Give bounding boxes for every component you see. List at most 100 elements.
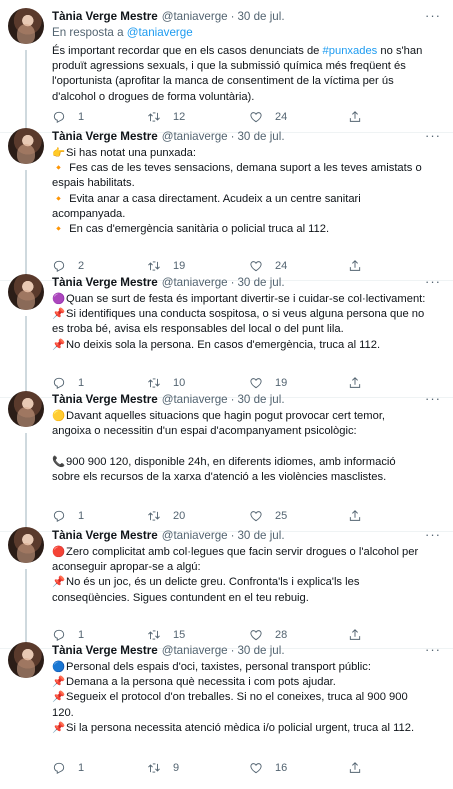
tweet-text-line: acompanyada. [52, 207, 441, 222]
heart-icon [249, 761, 263, 775]
avatar[interactable] [8, 274, 44, 310]
author-name[interactable]: Tània Verge Mestre [52, 130, 158, 143]
author-handle[interactable]: @taniaverge [162, 10, 228, 23]
tweet-text-line: aconseguir apropar-se a algú: [52, 560, 441, 575]
tweet-text-line: 🔵Personal dels espais d'oci, taxistes, p… [52, 660, 441, 675]
reply-button[interactable]: 1 [52, 761, 84, 775]
text-segment: En cas d'emergència sanitària o policial… [66, 223, 330, 236]
text-segment: espais habilitats. [52, 177, 135, 190]
emoji-icon: 📌 [52, 308, 66, 321]
emoji-icon: 🟡 [52, 410, 66, 422]
tweet-text-line: es troba bé, avisa els responsables del … [52, 322, 441, 337]
avatar[interactable] [8, 642, 44, 678]
text-segment: Segueix el protocol d'on treballes. Si n… [66, 691, 408, 704]
tweet-text-line: d'alcohol o drogues de forma voluntària)… [52, 90, 441, 105]
tweet-date[interactable]: 30 de jul. [237, 644, 284, 657]
emoji-icon: 📌 [52, 676, 66, 689]
text-segment: Si has notat una punxada: [66, 147, 197, 159]
reply-icon [52, 761, 66, 775]
emoji-icon: 🔸 [52, 223, 66, 236]
avatar[interactable] [8, 527, 44, 563]
more-horizontal-icon[interactable]: ··· [425, 642, 441, 658]
tweet-text-line: angoixa o necessitin d'un espai d'acompa… [52, 424, 441, 439]
tweet-content: Tània Verge Mestre @taniaverge · 30 de jul.… [52, 527, 441, 606]
author-name[interactable]: Tània Verge Mestre [52, 393, 158, 406]
tweet-header: Tània Verge Mestre @taniaverge · 30 de jul.… [52, 128, 441, 144]
tweet-text: 🔴Zero complicitat amb col·legues que fac… [52, 545, 441, 606]
separator-dot: · [230, 275, 235, 289]
emoji-icon: 🔴 [52, 546, 66, 558]
tweet-date[interactable]: 30 de jul. [237, 130, 284, 143]
text-segment: Si identifiques una conducta sospitosa, … [66, 308, 425, 321]
author-name[interactable]: Tània Verge Mestre [52, 276, 158, 289]
tweet-text-line: 📞900 900 120, disponible 24h, en diferen… [52, 455, 441, 470]
text-segment: acompanyada. [52, 207, 126, 220]
tweet-date[interactable]: 30 de jul. [237, 10, 284, 23]
author-handle[interactable]: @taniaverge [162, 276, 228, 289]
text-segment: d'alcohol o drogues de forma voluntària)… [52, 90, 255, 103]
more-horizontal-icon[interactable]: ··· [425, 274, 441, 290]
tweet-date[interactable]: 30 de jul. [237, 529, 284, 542]
tweet-text-line: 🟣Quan se surt de festa és important dive… [52, 292, 441, 307]
more-horizontal-icon[interactable]: ··· [425, 391, 441, 407]
thread-connector-line [25, 170, 27, 280]
reply-handle-link[interactable]: @taniaverge [127, 26, 193, 39]
tweet-text-line: 🔸 Fes cas de les teves sensacions, deman… [52, 161, 441, 176]
more-horizontal-icon[interactable]: ··· [425, 128, 441, 144]
tweet-date[interactable]: 30 de jul. [237, 276, 284, 289]
tweet-content: Tània Verge Mestre @taniaverge · 30 de jul.… [52, 642, 441, 736]
text-segment: No és un joc, és un delicte greu. Confro… [66, 576, 360, 589]
retweet-button[interactable]: 9 [147, 761, 179, 775]
separator-dot: · [230, 129, 235, 143]
tweet-text-line: 📌Si la persona necessita atenció mèdica … [52, 721, 441, 736]
hashtag-link[interactable]: #punxades [323, 45, 378, 57]
tweet-text-line: conseqüències. Sigues contundent en el t… [52, 591, 441, 606]
tweet: Tània Verge Mestre @taniaverge · 30 de jul.… [0, 266, 453, 397]
author-name[interactable]: Tània Verge Mestre [52, 644, 158, 657]
share-button[interactable] [348, 761, 362, 775]
tweet-text-line: espais habilitats. [52, 176, 441, 191]
like-button[interactable]: 16 [249, 761, 287, 775]
text-segment: No deixis sola la persona. En casos d'em… [66, 338, 381, 351]
author-name[interactable]: Tània Verge Mestre [52, 10, 158, 23]
emoji-icon: 🔵 [52, 661, 66, 673]
emoji-icon: 🔸 [52, 162, 66, 175]
text-segment: sobre els recursos de la xarxa d'atenció… [52, 470, 387, 483]
tweet-content: Tània Verge Mestre @taniaverge · 30 de jul.… [52, 274, 441, 353]
author-handle[interactable]: @taniaverge [162, 644, 228, 657]
author-handle[interactable]: @taniaverge [162, 130, 228, 143]
text-segment: es troba bé, avisa els responsables del … [52, 323, 344, 336]
tweet-header: Tània Verge Mestre @taniaverge · 30 de jul.… [52, 8, 441, 24]
avatar-column [8, 527, 44, 648]
separator-dot: · [230, 643, 235, 657]
author-handle[interactable]: @taniaverge [162, 529, 228, 542]
text-segment: Personal dels espais d'oci, taxistes, pe… [66, 661, 371, 673]
text-segment: És important recordar que en els casos d… [52, 45, 323, 57]
emoji-icon: 👉 [52, 147, 66, 159]
tweet: Tània Verge Mestre @taniaverge · 30 de jul.… [0, 120, 453, 280]
avatar[interactable] [8, 8, 44, 44]
tweet-date[interactable]: 30 de jul. [237, 393, 284, 406]
avatar[interactable] [8, 128, 44, 164]
author-name[interactable]: Tània Verge Mestre [52, 529, 158, 542]
tweet-header: Tània Verge Mestre @taniaverge · 30 de jul.… [52, 642, 441, 658]
thread-connector-line [25, 433, 27, 533]
text-segment: Si la persona necessita atenció mèdica i… [66, 721, 415, 734]
emoji-icon: 📌 [52, 721, 66, 734]
text-segment: no s'han [377, 45, 423, 57]
tweet-text-line: 📌Si identifiques una conducta sospitosa,… [52, 307, 441, 322]
tweet-text-line: 🟡Davant aquelles situacions que hagin po… [52, 409, 441, 424]
more-horizontal-icon[interactable]: ··· [425, 8, 441, 24]
tweet-text-line: És important recordar que en els casos d… [52, 44, 441, 59]
author-handle[interactable]: @taniaverge [162, 393, 228, 406]
emoji-icon: 📌 [52, 691, 66, 704]
tweet: Tània Verge Mestre @taniaverge · 30 de jul.… [0, 634, 453, 749]
more-horizontal-icon[interactable]: ··· [425, 527, 441, 543]
tweet-header: Tània Verge Mestre @taniaverge · 30 de jul.… [52, 527, 441, 543]
avatar-column [8, 8, 44, 134]
action-bar: 1 9 16 [52, 759, 432, 777]
tweet-text: 🟣Quan se surt de festa és important dive… [52, 292, 441, 353]
reply-context: En resposta a @taniaverge [52, 26, 441, 42]
avatar[interactable] [8, 391, 44, 427]
text-segment: Fes cas de les teves sensacions, demana … [66, 162, 422, 175]
